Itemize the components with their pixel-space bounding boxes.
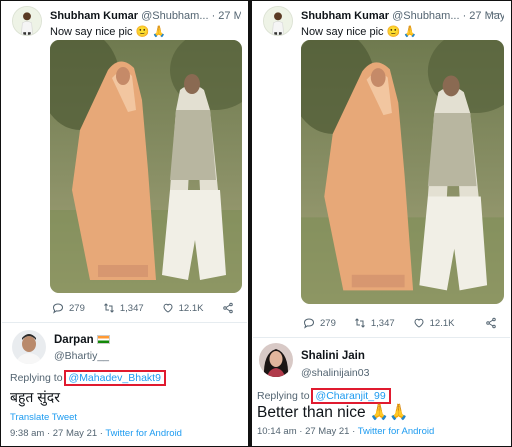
share-action[interactable]: [485, 317, 502, 329]
mention-link[interactable]: @Mahadev_Bhakt9: [63, 370, 166, 386]
reply-author-avatar[interactable]: [12, 330, 46, 364]
reply-author-handle[interactable]: @shalinijain03: [301, 367, 369, 379]
tweet-text: Now say nice pic 🙂 🙏: [301, 26, 418, 38]
tweet-actions: 279 1,347 12.1K: [303, 315, 502, 331]
reply-author-avatar[interactable]: [259, 343, 293, 377]
replying-to-label: Replying to: [257, 390, 310, 402]
reply-author-handle[interactable]: @Bhartiy__: [54, 350, 109, 362]
india-flag-icon: [96, 335, 110, 344]
like-count: 12.1K: [429, 317, 455, 329]
reply-meta: 10:14 am · 27 May 21 · Twitter for Andro…: [257, 426, 434, 437]
retweet-count: 1,347: [119, 302, 144, 314]
retweet-action[interactable]: 1,347: [354, 317, 395, 329]
retweet-icon: [104, 303, 114, 313]
tweet-header: Shubham Kumar @Shubham... · 27 May Now s…: [10, 6, 241, 42]
author-name[interactable]: Shubham Kumar: [50, 10, 138, 22]
author-handle[interactable]: @Shubham...: [141, 10, 208, 22]
panel-divider: [248, 0, 252, 447]
replying-to-line: Replying to @Charanjit_99: [257, 388, 391, 404]
share-icon: [223, 302, 233, 314]
reply-text: बहुत सुंदर: [10, 389, 60, 405]
retweet-action[interactable]: 1,347: [103, 302, 144, 314]
more-icon[interactable]: ···: [487, 6, 502, 20]
translate-tweet-link[interactable]: Translate Tweet: [10, 412, 77, 423]
reply-time[interactable]: 9:38 am: [10, 428, 44, 439]
right-panel: Shubham Kumar @Shubham... · 27 May Now s…: [253, 2, 510, 445]
author-line: Shubham Kumar @Shubham... · 27 May: [301, 10, 504, 22]
separator: [2, 322, 247, 323]
tweet-photo[interactable]: [50, 40, 242, 293]
share-action[interactable]: [222, 302, 239, 314]
heart-icon: [163, 303, 173, 313]
left-panel: Shubham Kumar @Shubham... · 27 May Now s…: [2, 2, 247, 445]
reply-date[interactable]: · 27 May 21 ·: [47, 428, 103, 439]
reply-count: 279: [320, 317, 336, 329]
reply-source[interactable]: Twitter for Android: [105, 428, 182, 439]
reply-author-name-line[interactable]: Darpan: [54, 334, 110, 346]
like-count: 12.1K: [178, 302, 204, 314]
tweet-text: Now say nice pic 🙂 🙏: [50, 26, 167, 38]
reply-time[interactable]: 10:14 am: [257, 426, 297, 437]
like-action[interactable]: 12.1K: [162, 302, 204, 314]
reply-action[interactable]: 279: [303, 317, 336, 329]
author-line: Shubham Kumar @Shubham... · 27 May: [50, 10, 241, 22]
share-icon: [486, 317, 496, 329]
mention-link[interactable]: @Charanjit_99: [310, 388, 391, 404]
reply-icon: [303, 318, 315, 329]
reply-action[interactable]: 279: [52, 302, 85, 314]
reply-author-name[interactable]: Shalini Jain: [301, 350, 365, 362]
reply-icon: [52, 303, 64, 314]
author-name[interactable]: Shubham Kumar: [301, 10, 389, 22]
retweet-count: 1,347: [370, 317, 395, 329]
tweet-photo[interactable]: [301, 40, 504, 304]
tweet-actions: 279 1,347 12.1K: [52, 300, 239, 316]
author-avatar[interactable]: [12, 6, 42, 36]
heart-icon: [414, 318, 424, 328]
separator: [253, 337, 510, 338]
tweet-date[interactable]: · 27 May: [212, 10, 241, 22]
tweet-header: Shubham Kumar @Shubham... · 27 May Now s…: [261, 6, 504, 42]
retweet-icon: [355, 318, 365, 328]
author-handle[interactable]: @Shubham...: [392, 10, 459, 22]
replying-to-line: Replying to @Mahadev_Bhakt9: [10, 370, 166, 386]
author-avatar[interactable]: [263, 6, 293, 36]
reply-date[interactable]: · 27 May 21 ·: [299, 426, 355, 437]
reply-source[interactable]: Twitter for Android: [358, 426, 435, 437]
replying-to-label: Replying to: [10, 372, 63, 384]
like-action[interactable]: 12.1K: [413, 317, 455, 329]
reply-author-name: Darpan: [54, 334, 94, 346]
reply-meta: 9:38 am · 27 May 21 · Twitter for Androi…: [10, 428, 182, 439]
reply-count: 279: [69, 302, 85, 314]
reply-text: Better than nice 🙏🙏: [257, 404, 409, 421]
